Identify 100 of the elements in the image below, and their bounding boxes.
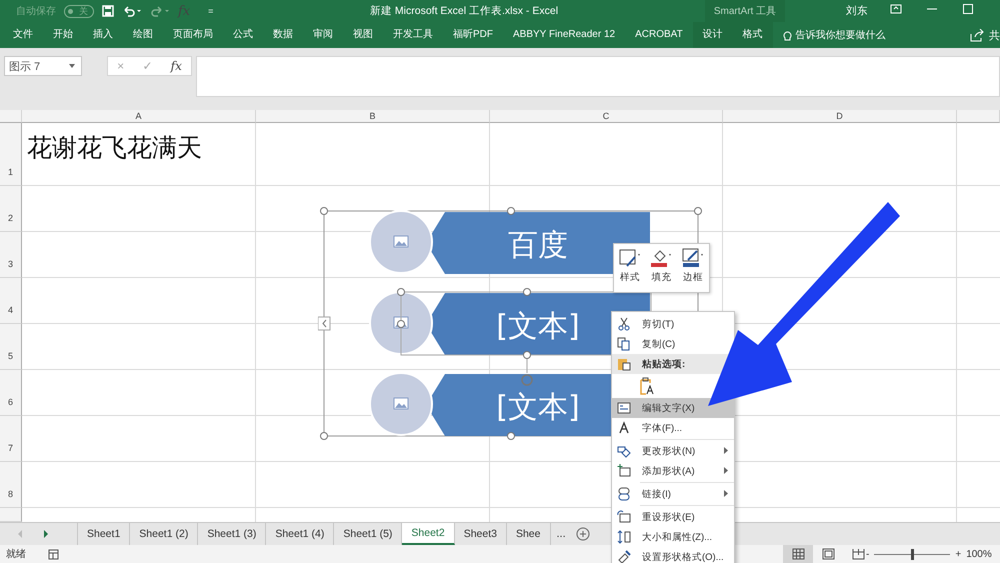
customize-toolbar-button[interactable]: =: [208, 6, 214, 16]
zoom-out-button[interactable]: -: [866, 548, 870, 560]
ribbon-tab[interactable]: 插入: [83, 22, 123, 48]
ribbon-display-icon[interactable]: [890, 3, 902, 15]
shape-style-icon: [618, 248, 641, 268]
row-header[interactable]: 6: [0, 370, 22, 416]
save-icon[interactable]: [102, 5, 114, 17]
picture-placeholder[interactable]: [369, 291, 433, 355]
shape-text: [文本]: [496, 309, 580, 344]
resize-handle[interactable]: [320, 207, 328, 215]
column-header[interactable]: A: [22, 110, 256, 123]
clipboard-icon: [617, 357, 631, 371]
ribbon-tab[interactable]: ACROBAT: [625, 22, 693, 48]
column-header[interactable]: C: [490, 110, 723, 123]
ribbon-tab[interactable]: 设计: [692, 22, 733, 48]
share-icon[interactable]: [970, 28, 984, 42]
reset-shape-icon: [617, 510, 631, 524]
menu-item[interactable]: 链接(I): [612, 484, 734, 504]
zoom-level[interactable]: 100%: [966, 548, 992, 560]
ribbon-tab[interactable]: 视图: [343, 22, 383, 48]
ribbon-tab[interactable]: 数据: [263, 22, 303, 48]
picture-placeholder[interactable]: [369, 210, 433, 274]
row-header[interactable]: 7: [0, 416, 22, 462]
shape-text: [文本]: [496, 390, 580, 425]
grid-icon: [792, 548, 804, 560]
name-box[interactable]: 图示 7: [4, 56, 82, 76]
paste-text-icon[interactable]: [640, 377, 656, 395]
menu-item[interactable]: 复制(C): [612, 334, 734, 354]
resize-icon: [617, 530, 631, 544]
context-tab-group: SmartArt 工具: [705, 0, 785, 22]
scissors-icon: [617, 317, 631, 331]
ribbon-tab[interactable]: 绘图: [123, 22, 163, 48]
ribbon-tab[interactable]: 文件: [3, 22, 43, 48]
page-break-icon: [852, 548, 864, 560]
row-header[interactable]: 3: [0, 232, 22, 278]
ribbon-tab[interactable]: 开始: [43, 22, 83, 48]
mini-toolbar-button[interactable]: 样式: [618, 248, 641, 292]
resize-handle[interactable]: [507, 207, 515, 215]
user-name[interactable]: 刘东: [846, 4, 868, 18]
resize-handle[interactable]: [507, 432, 515, 440]
menu-item[interactable]: 大小和属性(Z)...: [612, 527, 734, 547]
menu-item[interactable]: 字体(F)...: [612, 418, 734, 438]
row-header[interactable]: 4: [0, 278, 22, 324]
mini-toolbar-button[interactable]: 边框: [682, 248, 704, 292]
menu-item[interactable]: 剪切(T): [612, 314, 734, 334]
menu-item[interactable]: 添加形状(A): [612, 461, 734, 481]
row-header[interactable]: 1: [0, 123, 22, 186]
share-label[interactable]: 共: [989, 28, 1000, 42]
view-button[interactable]: [783, 545, 813, 563]
lightbulb-icon: [782, 28, 792, 42]
ribbon-tab[interactable]: 页面布局: [163, 22, 223, 48]
resize-handle[interactable]: [694, 207, 702, 215]
window-title: 新建 Microsoft Excel 工作表.xlsx - Excel: [370, 4, 558, 18]
column-header[interactable]: D: [723, 110, 957, 123]
text-pane-toggle[interactable]: [318, 316, 330, 330]
ribbon-tab[interactable]: 福昕PDF: [443, 22, 503, 48]
sheet-tab[interactable]: Sheet2: [402, 523, 455, 545]
insert-function-button[interactable]: fx: [170, 59, 182, 73]
pen-outline-icon: [682, 248, 704, 268]
row-header[interactable]: 2: [0, 186, 22, 232]
ribbon-tab[interactable]: 审阅: [303, 22, 343, 48]
shapes-icon: [617, 444, 631, 458]
maximize-icon[interactable]: [962, 3, 974, 15]
formula-input[interactable]: [196, 56, 1000, 97]
zoom-in-button[interactable]: +: [955, 548, 962, 560]
macro-record-icon[interactable]: [48, 548, 59, 560]
redo-icon[interactable]: [150, 5, 170, 17]
next-sheet-icon[interactable]: [43, 530, 48, 538]
add-sheet-icon[interactable]: [576, 527, 590, 541]
undo-icon[interactable]: [122, 5, 142, 17]
page-icon: [822, 548, 834, 560]
menu-item[interactable]: 重设形状(E): [612, 507, 734, 527]
cell-text: 花谢花飞花满天: [26, 132, 202, 164]
row-header[interactable]: 8: [0, 462, 22, 508]
resize-handle[interactable]: [320, 432, 328, 440]
font-icon: [617, 421, 631, 435]
menu-item[interactable]: 编辑文字(X): [612, 398, 734, 418]
paste-options-header: 粘贴选项:: [642, 358, 686, 370]
column-header[interactable]: B: [256, 110, 490, 123]
row-header[interactable]: 5: [0, 324, 22, 370]
rotate-handle[interactable]: [521, 351, 533, 386]
add-shape-icon: [617, 464, 631, 478]
fill-bucket-icon: [650, 248, 672, 268]
ribbon-tab[interactable]: 格式: [732, 22, 773, 48]
ribbon-tab[interactable]: ABBYY FineReader 12: [503, 22, 626, 48]
more-sheets-button[interactable]: ...: [550, 528, 572, 540]
menu-item[interactable]: 设置形状格式(O)...: [612, 547, 734, 563]
ribbon-tab[interactable]: 公式: [223, 22, 263, 48]
zoom-thumb[interactable]: [911, 548, 914, 560]
tell-me-field[interactable]: 告诉我你想要做什么: [796, 28, 886, 42]
link-icon: [617, 487, 631, 501]
copy-icon: [617, 337, 631, 351]
ribbon-tab[interactable]: 开发工具: [383, 22, 443, 48]
menu-item[interactable]: 更改形状(N): [612, 441, 734, 461]
status-text: 就绪: [6, 548, 26, 561]
autosave-label: 自动保存: [16, 5, 56, 18]
textbox-icon: [617, 401, 631, 415]
picture-placeholder[interactable]: [369, 372, 433, 436]
mini-toolbar-button[interactable]: 填充: [650, 248, 672, 292]
shape-text: 百度: [508, 228, 568, 263]
